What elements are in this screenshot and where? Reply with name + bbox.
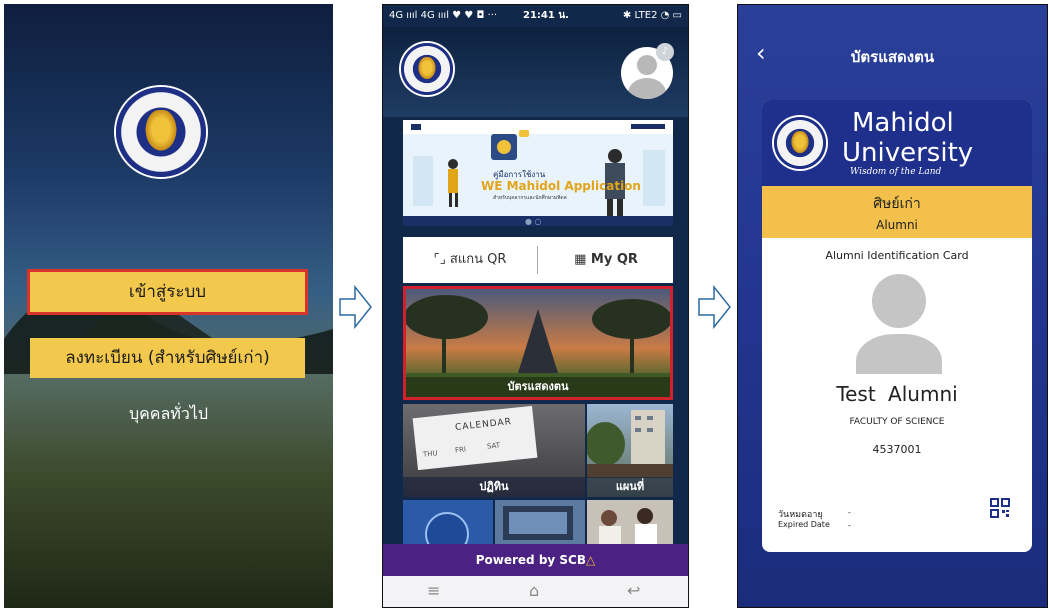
login-button[interactable]: เข้าสู่ระบบ (30, 272, 305, 312)
powered-by-footer: Powered by SCB△ (383, 544, 688, 576)
status-time: 21:41 น. (523, 10, 569, 21)
qr-code-icon[interactable] (990, 498, 1010, 518)
banner-title: WE Mahidol Application (481, 179, 641, 193)
expiry-label: Expired Date (778, 520, 830, 529)
id-card-screen: ‹ บัตรแสดงตน Mahidol University Wisdom o… (737, 4, 1048, 608)
carousel-dots[interactable]: ● ○ (525, 217, 542, 226)
card-header: Mahidol University Wisdom of the Land (762, 100, 1032, 186)
mahidol-seal-logo (401, 43, 453, 95)
guest-link[interactable]: บุคคลทั่วไป (4, 402, 333, 427)
id-card-tile[interactable]: บัตรแสดงตน (403, 286, 673, 400)
computer-tile[interactable] (495, 500, 585, 544)
students-photo (599, 508, 657, 544)
alumni-band: ศิษย์เก่า Alumni (762, 186, 1032, 238)
android-nav-bar: ≡ ⌂ ↩ (383, 576, 688, 607)
home-icon[interactable]: ⌂ (529, 581, 539, 600)
holder-name: Test Alumni (836, 382, 958, 406)
page-title: บัตรแสดงตน (850, 48, 935, 66)
back-icon[interactable]: ↩ (627, 581, 640, 600)
powered-by-text: Powered by SCB (475, 553, 587, 567)
my-qr-button[interactable]: ▦ My QR (539, 237, 673, 283)
expiry-value: - (848, 521, 851, 530)
calendar-day: THU (422, 449, 439, 459)
id-card-tile-label: บัตรแสดงตน (406, 377, 670, 397)
map-tile[interactable]: แผนที่ (587, 404, 673, 497)
promo-banner[interactable]: คู่มือการใช้งาน WE Mahidol Application ส… (403, 120, 673, 226)
qr-action-bar: ⌜⌟ สแกน QR ▦ My QR (403, 237, 673, 283)
calendar-paper (412, 405, 538, 471)
arrow-right-icon (339, 285, 372, 329)
scb-logo-icon: △ (586, 553, 596, 567)
holder-faculty: FACULTY OF SCIENCE (849, 417, 945, 427)
students-tile[interactable] (587, 500, 673, 544)
divider (537, 246, 538, 274)
mahidol-seal-logo (116, 87, 206, 177)
profile-photo-placeholder (852, 274, 946, 374)
university-name-line2: University (842, 138, 974, 168)
contact-tile[interactable] (403, 500, 493, 544)
alumni-label-thai: ศิษย์เก่า (873, 196, 921, 212)
expiry-value: - (848, 508, 851, 517)
banner-subtitle: สำหรับบุคลากรและนักศึกษามหิดล (493, 195, 567, 201)
expiry-label-thai: วันหมดอายุ (778, 510, 823, 520)
alumni-label: Alumni (876, 218, 918, 232)
arrow-right-icon (698, 285, 731, 329)
laptop-photo (503, 506, 573, 540)
university-motto: Wisdom of the Land (850, 167, 942, 177)
status-right-icons: ✱ LTE2 ◔ ▭ (622, 10, 682, 21)
status-bar: 4G ıııl 4G ıııl ♥ ♥ ◘ ··· 21:41 น. ✱ LTE… (383, 5, 688, 27)
app-home-screen: 4G ıııl 4G ıııl ♥ ♥ ◘ ··· 21:41 น. ✱ LTE… (382, 4, 689, 608)
mahidol-seal-logo (774, 117, 826, 169)
notification-bell-icon[interactable]: ♪ (656, 43, 674, 61)
university-name-line1: Mahidol (852, 108, 954, 138)
calendar-tile-label: ปฏิทิน (403, 477, 585, 497)
holder-id-number: 4537001 (872, 443, 922, 456)
menu-icon[interactable]: ≡ (427, 581, 440, 600)
calendar-tile[interactable]: CALENDAR THU FRI SAT ปฏิทิน (403, 404, 585, 497)
signal-icons: 4G ıııl 4G ıııl ♥ ♥ ◘ ··· (389, 10, 498, 21)
map-tile-label: แผนที่ (587, 477, 673, 497)
calendar-day: SAT (486, 441, 501, 451)
register-alumni-button[interactable]: ลงทะเบียน (สำหรับศิษย์เก่า) (30, 338, 305, 378)
alumni-id-card: Mahidol University Wisdom of the Land ศิ… (762, 100, 1032, 552)
login-screen: เข้าสู่ระบบ ลงทะเบียน (สำหรับศิษย์เก่า) … (4, 4, 333, 608)
scan-qr-button[interactable]: ⌜⌟ สแกน QR (403, 237, 537, 283)
card-type-label: Alumni Identification Card (825, 249, 969, 262)
app-header: ♪ (383, 27, 688, 117)
calendar-day: FRI (454, 445, 467, 455)
